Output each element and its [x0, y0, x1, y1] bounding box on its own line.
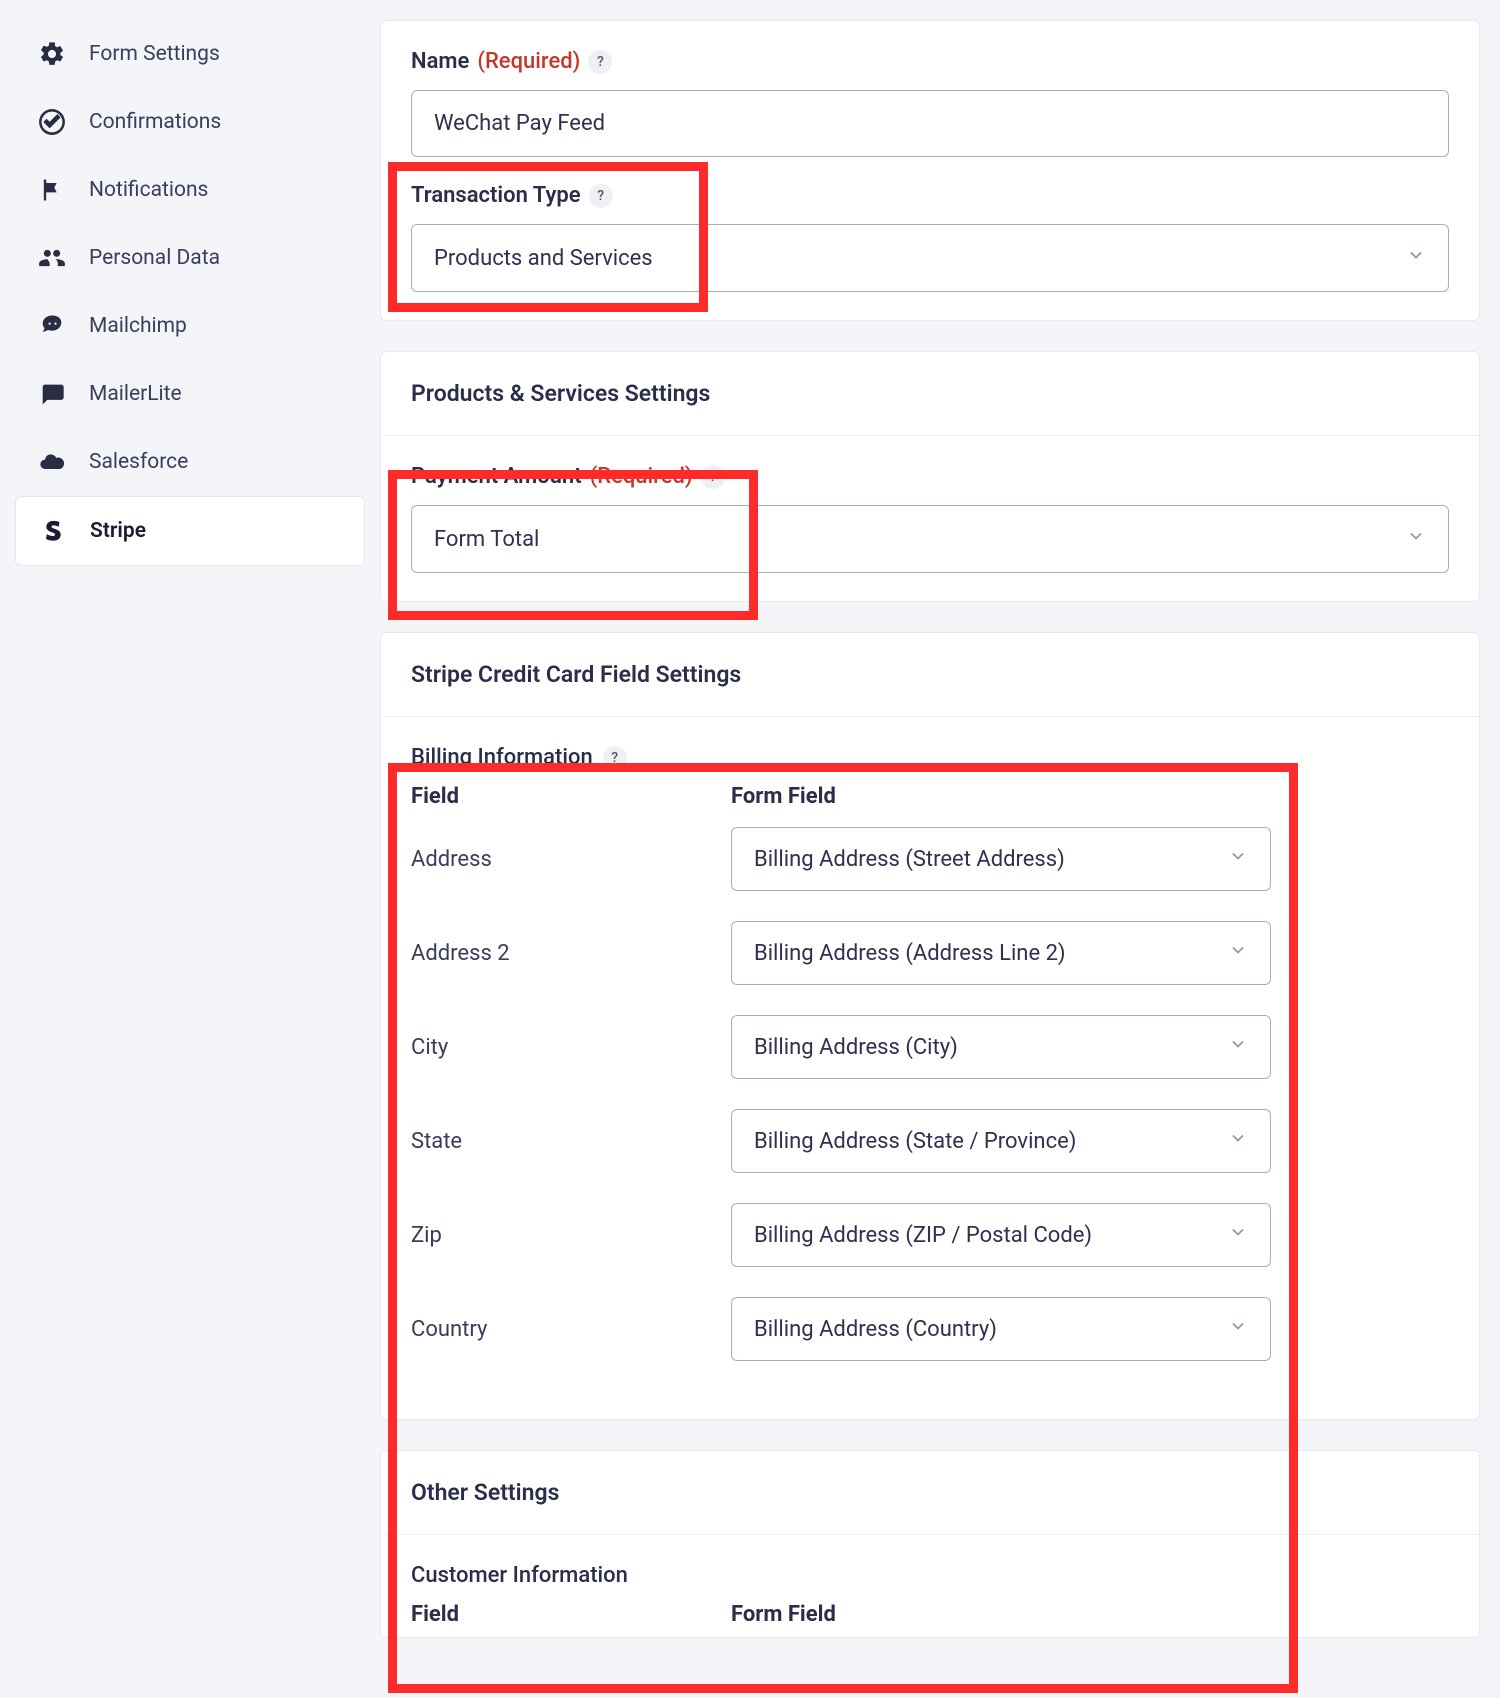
- billing-field-label: Address: [411, 847, 731, 872]
- billing-map-row: Address 2 Billing Address (Address Line 2…: [411, 921, 1449, 985]
- billing-form-field-select[interactable]: Billing Address (State / Province): [731, 1109, 1271, 1173]
- billing-field-label: State: [411, 1129, 731, 1154]
- chevron-down-icon: [1228, 1316, 1248, 1342]
- transaction-type-label: Transaction Type: [411, 183, 581, 208]
- sidebar-item-label: Form Settings: [89, 42, 220, 66]
- transaction-type-value: Products and Services: [434, 246, 653, 271]
- chevron-down-icon: [1228, 846, 1248, 872]
- chevron-down-icon: [1406, 245, 1426, 271]
- transaction-type-select[interactable]: Products and Services: [411, 224, 1449, 292]
- billing-field-label: Address 2: [411, 941, 731, 966]
- billing-form-field-select[interactable]: Billing Address (Street Address): [731, 827, 1271, 891]
- billing-form-field-value: Billing Address (Street Address): [754, 847, 1065, 872]
- billing-field-label: Country: [411, 1317, 731, 1342]
- sidebar-item-salesforce[interactable]: Salesforce: [15, 428, 365, 496]
- chevron-down-icon: [1228, 1128, 1248, 1154]
- cc-field-settings-panel: Stripe Credit Card Field Settings Billin…: [380, 632, 1480, 1420]
- feed-panel: Name (Required) ? WeChat Pay Feed Transa…: [380, 20, 1480, 321]
- stripe-icon: [38, 517, 68, 545]
- help-icon[interactable]: ?: [701, 465, 725, 489]
- help-icon[interactable]: ?: [603, 746, 627, 770]
- sidebar-item-label: Mailchimp: [89, 314, 187, 338]
- col-header-form: Form Field: [731, 1602, 1449, 1627]
- cloud-icon: [37, 448, 67, 476]
- required-tag: (Required): [590, 464, 693, 489]
- sidebar-item-mailchimp[interactable]: Mailchimp: [15, 292, 365, 360]
- billing-map-row: Country Billing Address (Country): [411, 1297, 1449, 1361]
- billing-field-label: Zip: [411, 1223, 731, 1248]
- billing-form-field-value: Billing Address (City): [754, 1035, 958, 1060]
- help-icon[interactable]: ?: [589, 184, 613, 208]
- sidebar-item-label: Notifications: [89, 178, 208, 202]
- sidebar-item-form-settings[interactable]: Form Settings: [15, 20, 365, 88]
- billing-map-row: State Billing Address (State / Province): [411, 1109, 1449, 1173]
- billing-form-field-value: Billing Address (Country): [754, 1317, 997, 1342]
- sidebar-item-personal-data[interactable]: Personal Data: [15, 224, 365, 292]
- sidebar-item-stripe[interactable]: Stripe: [15, 496, 365, 566]
- products-services-panel: Products & Services Settings Payment Amo…: [380, 351, 1480, 602]
- col-header-field: Field: [411, 1602, 731, 1627]
- help-icon[interactable]: ?: [588, 50, 612, 74]
- col-header-field: Field: [411, 784, 731, 809]
- billing-form-field-select[interactable]: Billing Address (Address Line 2): [731, 921, 1271, 985]
- other-settings-panel: Other Settings Customer Information Fiel…: [380, 1450, 1480, 1638]
- chevron-down-icon: [1406, 526, 1426, 552]
- chevron-down-icon: [1228, 1222, 1248, 1248]
- sidebar-item-mailerlite[interactable]: MailerLite: [15, 360, 365, 428]
- gear-icon: [37, 40, 67, 68]
- billing-form-field-select[interactable]: Billing Address (Country): [731, 1297, 1271, 1361]
- billing-field-label: City: [411, 1035, 731, 1060]
- payment-amount-select[interactable]: Form Total: [411, 505, 1449, 573]
- settings-sidebar: Form Settings Confirmations Notification…: [0, 0, 380, 1658]
- billing-map-row: City Billing Address (City): [411, 1015, 1449, 1079]
- sidebar-item-label: Salesforce: [89, 450, 188, 474]
- col-header-form: Form Field: [731, 784, 1271, 809]
- billing-form-field-value: Billing Address (State / Province): [754, 1129, 1076, 1154]
- billing-map-row: Address Billing Address (Street Address): [411, 827, 1449, 891]
- sidebar-item-label: Stripe: [90, 519, 146, 543]
- sidebar-item-notifications[interactable]: Notifications: [15, 156, 365, 224]
- check-circle-icon: [37, 108, 67, 136]
- name-label: Name: [411, 49, 469, 74]
- payment-amount-label: Payment Amount: [411, 464, 582, 489]
- billing-mapping-table: Field Form Field Address Billing Address …: [411, 784, 1449, 1361]
- sidebar-item-label: MailerLite: [89, 382, 182, 406]
- billing-form-field-value: Billing Address (Address Line 2): [754, 941, 1066, 966]
- sidebar-item-confirmations[interactable]: Confirmations: [15, 88, 365, 156]
- flag-icon: [37, 176, 67, 204]
- billing-form-field-value: Billing Address (ZIP / Postal Code): [754, 1223, 1092, 1248]
- billing-form-field-select[interactable]: Billing Address (ZIP / Postal Code): [731, 1203, 1271, 1267]
- sidebar-item-label: Personal Data: [89, 246, 220, 270]
- feed-name-value: WeChat Pay Feed: [434, 111, 605, 136]
- required-tag: (Required): [477, 49, 580, 74]
- chat-icon: [37, 380, 67, 408]
- users-icon: [37, 244, 67, 272]
- panel-title: Products & Services Settings: [381, 352, 1479, 436]
- mailchimp-icon: [37, 312, 67, 340]
- chevron-down-icon: [1228, 1034, 1248, 1060]
- billing-info-label: Billing Information: [411, 745, 593, 770]
- billing-form-field-select[interactable]: Billing Address (City): [731, 1015, 1271, 1079]
- panel-title: Stripe Credit Card Field Settings: [381, 633, 1479, 717]
- sidebar-item-label: Confirmations: [89, 110, 221, 134]
- panel-title: Other Settings: [381, 1451, 1479, 1535]
- customer-info-label: Customer Information: [411, 1563, 628, 1588]
- feed-name-input[interactable]: WeChat Pay Feed: [411, 90, 1449, 157]
- chevron-down-icon: [1228, 940, 1248, 966]
- billing-map-row: Zip Billing Address (ZIP / Postal Code): [411, 1203, 1449, 1267]
- payment-amount-value: Form Total: [434, 527, 539, 552]
